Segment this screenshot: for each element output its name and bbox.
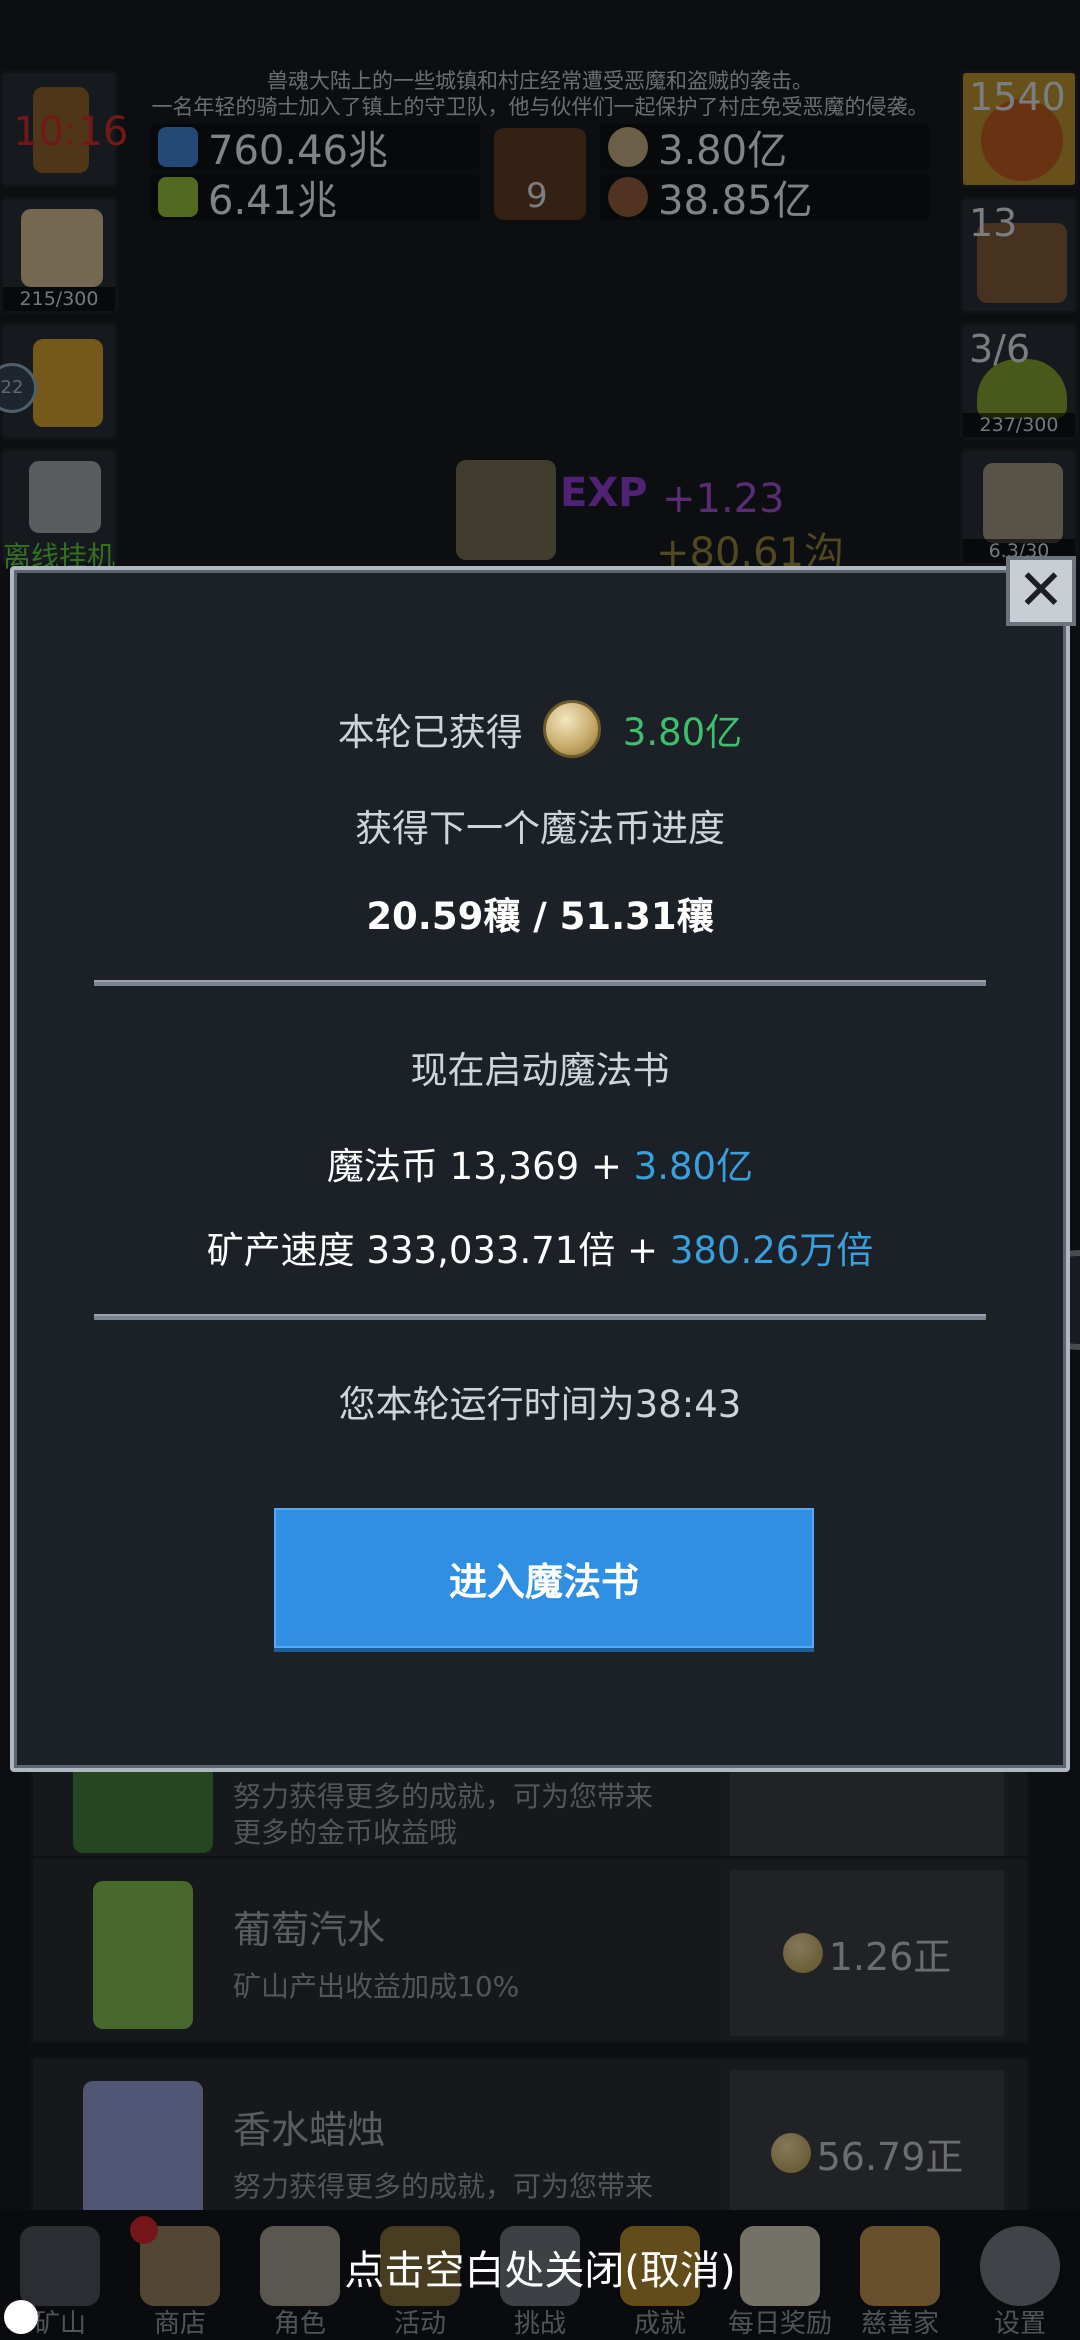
- earned-row: 本轮已获得 3.80亿: [14, 700, 1066, 758]
- green-potion-resource: 6.41兆: [150, 174, 480, 224]
- shop-item-1-price-button[interactable]: 1.26正: [727, 1867, 1007, 2039]
- story-line-2: 一名年轻的骑士加入了镇上的守卫队，他与伙伴们一起保护了村庄免受恶魔的侵袭。: [151, 95, 929, 119]
- nav-label: 慈善家: [860, 2309, 939, 2339]
- shop-item-1-desc: 矿山产出收益加成10%: [233, 1970, 520, 2003]
- close-button[interactable]: ✕: [1006, 556, 1076, 626]
- magic-book-dialog: 本轮已获得 3.80亿 获得下一个魔法币进度 20.59穰 / 51.31穰 现…: [10, 566, 1070, 1772]
- muffin-progress: 215/300: [3, 287, 115, 311]
- enter-magic-book-button[interactable]: 进入魔法书: [274, 1508, 814, 1648]
- blue-potion-resource: 760.46兆: [150, 124, 480, 174]
- shop-item-1-name: 葡萄汽水: [233, 1908, 386, 1952]
- nav-label: 活动: [393, 2309, 446, 2339]
- exp-label: EXP: [560, 470, 648, 516]
- coin-icon: [782, 1933, 823, 1973]
- close-hint[interactable]: 点击空白处关闭(取消): [0, 2238, 1080, 2296]
- mine-speed-line: 矿产速度 333,033.71倍 + 380.26万倍: [14, 1220, 1066, 1274]
- progress-value: 20.59穰 / 51.31穰: [366, 895, 714, 938]
- shop-item-2-desc: 努力获得更多的成就，可为您带来: [233, 2170, 654, 2203]
- divider: [94, 1314, 986, 1320]
- key-icon: [33, 339, 103, 427]
- shop-item-grape-soda: 葡萄汽水 矿山产出收益加成10% 1.26正: [30, 1856, 1030, 2044]
- muffin-slot[interactable]: 215/300: [0, 196, 118, 314]
- nut-total-value: 38.85亿: [658, 178, 813, 224]
- shop-item-2-price: 56.79正: [816, 2134, 964, 2179]
- coin-icon: [770, 2133, 811, 2173]
- wrench-icon: [29, 461, 101, 533]
- torch-slot[interactable]: 10:16: [0, 70, 128, 188]
- shop-item-1-price: 1.26正: [828, 1934, 952, 1979]
- story-text: 兽魂大陆上的一些城镇和村庄经常遭受恶魔和盗贼的袭击。 一名年轻的骑士加入了镇上的…: [120, 68, 960, 120]
- magic-coin-gain: 3.80亿: [633, 1145, 754, 1188]
- earned-value: 3.80亿: [622, 711, 743, 754]
- nav-label: 成就: [633, 2309, 686, 2339]
- mine-speed-gain: 380.26万倍: [669, 1229, 874, 1272]
- start-label: 现在启动魔法书: [410, 1049, 670, 1092]
- slime-progress: 237/300: [963, 413, 1075, 437]
- coin-icon: [608, 127, 648, 167]
- earned-label: 本轮已获得: [337, 711, 523, 754]
- clock-time: 10:16: [13, 109, 129, 155]
- muffin-icon: [21, 209, 103, 287]
- candle-icon: [83, 2081, 203, 2221]
- exp-gain: +1.23: [662, 476, 785, 522]
- shop-item-2-name: 香水蜡烛: [233, 2108, 386, 2152]
- slime-count: 3/6: [969, 327, 1031, 371]
- nut-icon: [608, 177, 648, 217]
- nav-label: 每日奖励: [727, 2309, 832, 2339]
- key-chest-slot[interactable]: 22: [0, 322, 118, 440]
- nav-label: 商店: [153, 2309, 206, 2339]
- runtime-text: 您本轮运行时间为38:43: [338, 1383, 742, 1426]
- progress-label: 获得下一个魔法币进度: [355, 807, 725, 850]
- close-icon: ✕: [1017, 558, 1065, 623]
- offline-slot[interactable]: 离线挂机: [0, 448, 118, 573]
- green-potion-value: 6.41兆: [208, 178, 338, 224]
- blue-potion-icon: [158, 127, 198, 167]
- shop-item-0-desc-1: 努力获得更多的成就，可为您带来: [233, 1780, 654, 1813]
- potion-count: 1540: [969, 75, 1066, 119]
- divider: [94, 980, 986, 986]
- mine-speed-label: 矿产速度 333,033.71倍 +: [206, 1229, 670, 1272]
- magic-coin-label: 魔法币 13,369 +: [326, 1145, 634, 1188]
- nav-label: 设置: [993, 2309, 1046, 2339]
- slime-slot[interactable]: 3/6 237/300: [960, 322, 1078, 440]
- chest-slot[interactable]: 13: [960, 196, 1078, 314]
- nav-label: 挑战: [513, 2309, 566, 2339]
- book-count: 9: [526, 176, 548, 216]
- grape-soda-icon: [93, 1881, 193, 2029]
- shop-item-0-desc-2: 更多的金币收益哦: [233, 1816, 458, 1849]
- green-potion-icon: [158, 177, 198, 217]
- magic-coin-icon: [542, 700, 601, 758]
- sword-icon: [983, 463, 1063, 543]
- nav-label: 角色: [273, 2309, 326, 2339]
- chest-count: 13: [969, 201, 1018, 245]
- level-badge: 22: [0, 363, 37, 413]
- coin-resource: 3.80亿: [600, 124, 930, 174]
- magic-coin-line: 魔法币 13,369 + 3.80亿: [14, 1136, 1066, 1190]
- nut-resource: 38.85亿: [600, 174, 930, 224]
- sword-slot[interactable]: 6.3/30: [960, 448, 1078, 566]
- hero-sprite: [456, 460, 556, 560]
- home-indicator: [4, 2300, 38, 2334]
- story-line-1: 兽魂大陆上的一些城镇和村庄经常遭受恶魔和盗贼的袭击。: [267, 69, 813, 93]
- potion-slot[interactable]: 1540: [960, 70, 1078, 188]
